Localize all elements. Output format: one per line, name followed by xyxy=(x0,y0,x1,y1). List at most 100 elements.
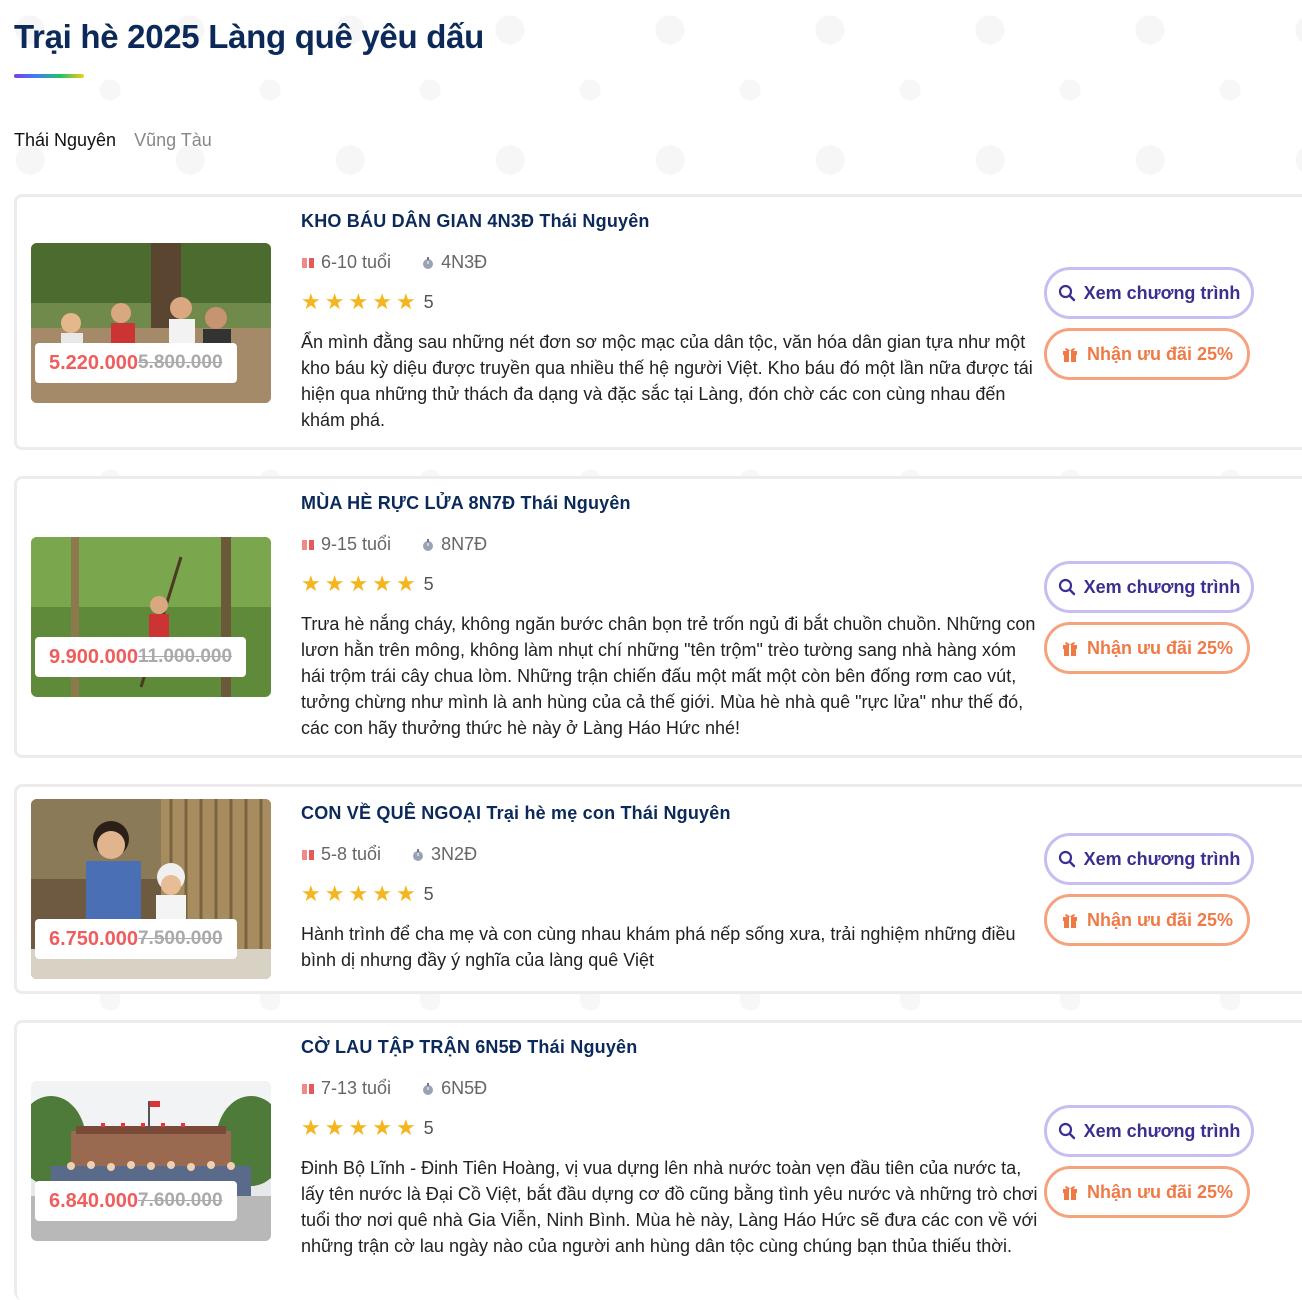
price-tag: 9.900.000 11.000.000 xyxy=(35,637,247,677)
price-tag: 6.840.000 7.600.000 xyxy=(35,1181,237,1221)
search-icon xyxy=(1058,1122,1075,1140)
get-offer-label: Nhận ưu đãi 25% xyxy=(1086,1181,1234,1202)
program-image: 9.900.000 11.000.000 xyxy=(31,537,271,697)
star-icon: ★ xyxy=(348,1115,369,1140)
price-new: 5.220.000 xyxy=(49,351,138,374)
star-icon: ★ xyxy=(395,289,416,314)
program-card: 6.840.000 7.600.000 CỜ LAU TẬP TRẬN 6N5Đ … xyxy=(14,1020,1302,1300)
program-image: 6.750.000 7.500.000 xyxy=(31,799,271,979)
program-info: MÙA HÈ RỰC LỬA 8N7Đ Thái Nguyên 9-15 tuổ… xyxy=(301,493,1041,741)
program-title[interactable]: CỜ LAU TẬP TRẬN 6N5Đ Thái Nguyên xyxy=(301,1037,1041,1058)
age-range: 9-15 tuổi xyxy=(301,534,391,555)
rating: ★ ★ ★ ★ ★ 5 xyxy=(301,883,1041,905)
program-description: Đinh Bộ Lĩnh - Đinh Tiên Hoàng, vị vua d… xyxy=(301,1158,1038,1256)
get-offer-button[interactable]: Nhận ưu đãi 25% xyxy=(1044,622,1250,674)
get-offer-button[interactable]: Nhận ưu đãi 25% xyxy=(1044,1166,1250,1218)
duration-text: 4N3Đ xyxy=(441,252,488,272)
duration: 3N2Đ xyxy=(411,844,477,865)
program-title[interactable]: CON VỀ QUÊ NGOẠI Trại hè mẹ con Thái Ngu… xyxy=(301,803,1041,824)
star-icon: ★ xyxy=(324,1115,345,1140)
gift-icon xyxy=(1062,914,1077,928)
tab-thai-nguyen[interactable]: Thái Nguyên xyxy=(14,130,116,151)
duration-text: 8N7Đ xyxy=(441,534,488,554)
program-meta: 5-8 tuổi 3N2Đ xyxy=(301,844,1041,865)
view-program-label: Xem chương trình xyxy=(1083,848,1241,869)
star-icon: ★ xyxy=(395,1115,416,1140)
program-info: CON VỀ QUÊ NGOẠI Trại hè mẹ con Thái Ngu… xyxy=(301,803,1041,973)
rating-value: 5 xyxy=(423,883,434,904)
stopwatch-icon xyxy=(423,1082,434,1095)
star-icon: ★ xyxy=(324,571,345,596)
program-description: Hành trình để cha mẹ và con cùng nhau kh… xyxy=(301,924,1016,970)
view-program-button[interactable]: Xem chương trình xyxy=(1044,833,1254,885)
book-icon xyxy=(302,849,314,860)
price-new: 6.840.000 xyxy=(49,1189,138,1212)
program-meta: 9-15 tuổi 8N7Đ xyxy=(301,534,1041,555)
age-text: 5-8 tuổi xyxy=(321,844,382,864)
star-icon: ★ xyxy=(301,289,321,314)
rating-value: 5 xyxy=(423,291,434,312)
program-card: 6.750.000 7.500.000 CON VỀ QUÊ NGOẠI Trại… xyxy=(14,784,1302,994)
rating: ★ ★ ★ ★ ★ 5 xyxy=(301,1117,1041,1139)
program-card: 9.900.000 11.000.000 MÙA HÈ RỰC LỬA 8N7Đ … xyxy=(14,476,1302,758)
get-offer-button[interactable]: Nhận ưu đãi 25% xyxy=(1044,894,1250,946)
view-program-label: Xem chương trình xyxy=(1083,282,1241,303)
star-icon: ★ xyxy=(324,289,345,314)
program-description: Trưa hè nắng cháy, không ngăn bước chân … xyxy=(301,614,1036,738)
age-text: 6-10 tuổi xyxy=(321,252,392,272)
price-tag: 6.750.000 7.500.000 xyxy=(35,919,237,959)
price-old: 5.800.000 xyxy=(137,352,223,373)
gift-icon xyxy=(1062,642,1077,656)
star-icon: ★ xyxy=(348,881,369,906)
view-program-label: Xem chương trình xyxy=(1083,576,1241,597)
tab-vung-tau[interactable]: Vũng Tàu xyxy=(134,130,212,151)
view-program-button[interactable]: Xem chương trình xyxy=(1044,561,1254,613)
program-title[interactable]: KHO BÁU DÂN GIAN 4N3Đ Thái Nguyên xyxy=(301,211,1041,232)
stopwatch-icon xyxy=(423,256,434,269)
gift-icon xyxy=(1062,1186,1077,1200)
star-icon: ★ xyxy=(372,881,392,906)
stopwatch-icon xyxy=(413,848,424,861)
location-tabs: Thái Nguyên Vũng Tàu xyxy=(14,130,212,151)
star-icon: ★ xyxy=(395,571,416,596)
star-icon: ★ xyxy=(372,1115,392,1140)
book-icon xyxy=(302,1083,314,1094)
star-icon: ★ xyxy=(395,881,416,906)
price-old: 7.500.000 xyxy=(137,928,223,949)
book-icon xyxy=(302,539,314,550)
program-title[interactable]: MÙA HÈ RỰC LỬA 8N7Đ Thái Nguyên xyxy=(301,493,1041,514)
program-meta: 6-10 tuổi 4N3Đ xyxy=(301,252,1041,273)
stopwatch-icon xyxy=(423,538,434,551)
program-info: CỜ LAU TẬP TRẬN 6N5Đ Thái Nguyên 7-13 tu… xyxy=(301,1037,1041,1259)
get-offer-button[interactable]: Nhận ưu đãi 25% xyxy=(1044,328,1250,380)
get-offer-label: Nhận ưu đãi 25% xyxy=(1086,637,1234,658)
duration-text: 6N5Đ xyxy=(441,1078,488,1098)
view-program-button[interactable]: Xem chương trình xyxy=(1044,1105,1254,1157)
program-card: 5.220.000 5.800.000 KHO BÁU DÂN GIAN 4N3Đ… xyxy=(14,194,1302,450)
get-offer-label: Nhận ưu đãi 25% xyxy=(1086,909,1234,930)
age-text: 7-13 tuổi xyxy=(321,1078,392,1098)
program-meta: 7-13 tuổi 6N5Đ xyxy=(301,1078,1041,1099)
rating-value: 5 xyxy=(423,1117,434,1138)
star-icon: ★ xyxy=(301,571,321,596)
page-title: Trại hè 2025 Làng quê yêu dấu xyxy=(14,18,484,55)
search-icon xyxy=(1058,850,1075,868)
price-new: 6.750.000 xyxy=(49,927,138,950)
program-image: 6.840.000 7.600.000 xyxy=(31,1081,271,1241)
book-icon xyxy=(302,257,314,268)
get-offer-label: Nhận ưu đãi 25% xyxy=(1086,343,1234,364)
price-old: 11.000.000 xyxy=(137,646,233,667)
program-description: Ẩn mình đằng sau những nét đơn sơ mộc mạ… xyxy=(301,332,1033,430)
star-icon: ★ xyxy=(301,881,321,906)
price-old: 7.600.000 xyxy=(137,1190,223,1211)
view-program-label: Xem chương trình xyxy=(1083,1120,1241,1141)
star-icon: ★ xyxy=(372,289,392,314)
duration: 6N5Đ xyxy=(421,1078,487,1099)
view-program-button[interactable]: Xem chương trình xyxy=(1044,267,1254,319)
gift-icon xyxy=(1062,348,1077,362)
star-icon: ★ xyxy=(348,289,369,314)
search-icon xyxy=(1058,284,1075,302)
duration: 8N7Đ xyxy=(421,534,487,555)
duration: 4N3Đ xyxy=(421,252,487,273)
rating: ★ ★ ★ ★ ★ 5 xyxy=(301,291,1041,313)
